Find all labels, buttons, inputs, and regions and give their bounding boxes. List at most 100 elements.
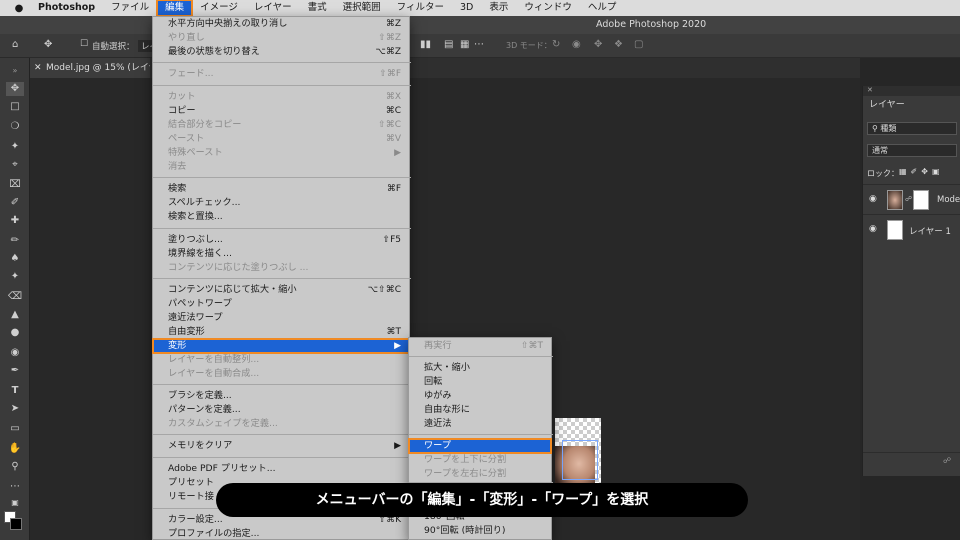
gradient-tool-icon[interactable]: ▲ bbox=[6, 308, 24, 322]
edit-menu-item-label: 最後の状態を切り替え bbox=[168, 46, 260, 57]
close-tab-icon[interactable]: ✕ bbox=[34, 58, 42, 78]
3d-slide-icon[interactable]: ❖ bbox=[614, 39, 623, 50]
edit-menu-item[interactable]: コンテンツに応じて拡大・縮小 ⌥⇧⌘C bbox=[153, 283, 409, 297]
edit-menu-item[interactable]: 自由変形 ⌘T bbox=[153, 325, 409, 339]
history-brush-tool-icon[interactable]: ✦ bbox=[6, 270, 24, 284]
3d-pan-icon[interactable]: ✥ bbox=[594, 39, 602, 50]
edit-menu-item[interactable]: 検索 ⌘F bbox=[153, 182, 409, 196]
layer-filter-select[interactable]: ⚲ 種類 bbox=[867, 122, 957, 135]
edit-menu-item[interactable]: コピー ⌘C bbox=[153, 104, 409, 118]
transform-menu-item[interactable]: 回転 bbox=[409, 375, 551, 389]
3d-mode-label: 3D モード： bbox=[506, 41, 552, 50]
pen-tool-icon[interactable]: ✒ bbox=[6, 364, 24, 378]
edit-menu-item[interactable]: ブラシを定義... bbox=[153, 389, 409, 403]
close-panel-icon[interactable]: ✕ bbox=[867, 86, 873, 94]
default-colors-icon[interactable]: ▣ bbox=[6, 496, 24, 510]
edit-menu-item[interactable]: スペルチェック... bbox=[153, 196, 409, 210]
move-tool-icon[interactable]: ✥ bbox=[6, 82, 24, 96]
edit-menu-item[interactable]: 水平方向中央揃えの取り消し ⌘Z bbox=[153, 17, 409, 31]
edit-menu-item[interactable]: 塗りつぶし... ⇧F5 bbox=[153, 233, 409, 247]
edit-menu-item[interactable]: 境界線を描く... bbox=[153, 247, 409, 261]
transform-menu-item-label: ゆがみ bbox=[424, 390, 452, 401]
transform-menu-item[interactable]: 自由な形に bbox=[409, 403, 551, 417]
transform-menu-item[interactable]: 遠近法 bbox=[409, 417, 551, 431]
hand-tool-icon[interactable]: ✋ bbox=[6, 442, 24, 456]
edit-menu-item-label: レイヤーを自動合成... bbox=[168, 368, 260, 379]
menu-separator bbox=[153, 62, 411, 63]
menu-app[interactable]: Photoshop bbox=[30, 0, 103, 16]
align-icon[interactable]: ▮▮ bbox=[420, 39, 431, 50]
layers-tab[interactable]: レイヤー bbox=[863, 96, 905, 114]
edit-menu-item[interactable]: Adobe PDF プリセット... bbox=[153, 462, 409, 476]
stamp-tool-icon[interactable]: ♠ bbox=[6, 252, 24, 266]
home-icon[interactable]: ⌂ bbox=[12, 39, 18, 50]
edit-menu-item-shortcut: ⇧⌘Z bbox=[378, 33, 401, 43]
lock-icons[interactable]: ▦✐✥▣ bbox=[899, 167, 944, 176]
type-tool-icon[interactable]: T bbox=[6, 384, 24, 398]
collapse-icon[interactable]: » bbox=[6, 64, 24, 78]
quick-select-tool-icon[interactable]: ✦ bbox=[6, 140, 24, 154]
transform-menu-item[interactable]: ゆがみ bbox=[409, 389, 551, 403]
blur-tool-icon[interactable]: ● bbox=[6, 326, 24, 340]
menu-filter[interactable]: フィルター bbox=[389, 0, 452, 16]
edit-menu-item[interactable]: パペットワープ bbox=[153, 297, 409, 311]
3d-orbit-icon[interactable]: ↻ bbox=[552, 39, 560, 50]
menu-edit[interactable]: 編集 bbox=[156, 0, 194, 17]
transform-menu-item[interactable]: 拡大・縮小 bbox=[409, 361, 551, 375]
more-align-icon[interactable]: ▦ bbox=[460, 39, 469, 50]
shape-tool-icon[interactable]: ▭ bbox=[6, 422, 24, 436]
layer-row[interactable]: ◉ レイヤー 1 bbox=[863, 214, 960, 244]
apple-icon[interactable]: ● bbox=[8, 3, 30, 14]
menu-file[interactable]: ファイル bbox=[103, 0, 157, 16]
healing-tool-icon[interactable]: ✚ bbox=[6, 214, 24, 228]
visibility-eye-icon[interactable]: ◉ bbox=[869, 224, 877, 234]
more-tools-icon[interactable]: ⋯ bbox=[6, 480, 24, 494]
menu-select[interactable]: 選択範囲 bbox=[335, 0, 389, 16]
menu-view[interactable]: 表示 bbox=[481, 0, 516, 16]
edit-menu-item-label: 検索と置換... bbox=[168, 211, 223, 222]
document-tab[interactable]: ✕ Model.jpg @ 15% (レイヤ bbox=[30, 58, 150, 78]
edit-menu-item[interactable]: 変形 ▶ bbox=[152, 338, 410, 354]
crop-tool-icon[interactable]: ⌖ bbox=[6, 158, 24, 172]
marquee-tool-icon[interactable]: □ bbox=[6, 100, 24, 114]
menu-layer[interactable]: レイヤー bbox=[246, 0, 300, 16]
dodge-tool-icon[interactable]: ◉ bbox=[6, 346, 24, 360]
lasso-tool-icon[interactable]: ❍ bbox=[6, 120, 24, 134]
path-select-tool-icon[interactable]: ➤ bbox=[6, 402, 24, 416]
transform-menu-item[interactable]: ワープ bbox=[408, 438, 552, 454]
blend-mode-select[interactable]: 通常 bbox=[867, 144, 957, 157]
more-options-icon[interactable]: ⋯ bbox=[474, 39, 484, 50]
brush-tool-icon[interactable]: ✏ bbox=[6, 234, 24, 248]
edit-menu-item[interactable]: 遠近法ワープ bbox=[153, 311, 409, 325]
edit-menu: 水平方向中央揃えの取り消し ⌘Z やり直し ⇧⌘Z 最後の状態を切り替え ⌥⌘Z フェード.… bbox=[152, 16, 411, 540]
edit-menu-item[interactable]: パターンを定義... bbox=[153, 403, 409, 417]
eraser-tool-icon[interactable]: ⌫ bbox=[6, 290, 24, 304]
3d-scale-icon[interactable]: ▢ bbox=[634, 39, 643, 50]
menu-window[interactable]: ウィンドウ bbox=[516, 0, 580, 16]
visibility-eye-icon[interactable]: ◉ bbox=[869, 194, 877, 204]
autoselect-checkbox[interactable]: ☐ bbox=[80, 39, 88, 49]
selection-bounding-box[interactable] bbox=[562, 440, 598, 480]
menu-help[interactable]: ヘルプ bbox=[580, 0, 625, 16]
menu-image[interactable]: イメージ bbox=[192, 0, 246, 16]
transform-menu-item[interactable]: 90°回転 (時計回り) bbox=[409, 524, 551, 538]
edit-menu-item[interactable]: 検索と置換... bbox=[153, 210, 409, 224]
eyedropper-tool-icon[interactable]: ✐ bbox=[6, 196, 24, 210]
move-tool-icon[interactable]: ✥ bbox=[44, 39, 52, 50]
edit-menu-item[interactable]: プロファイルの指定... bbox=[153, 527, 409, 540]
background-color-swatch[interactable] bbox=[10, 518, 22, 530]
layer-row[interactable]: ◉ ☍ Model bbox=[863, 184, 960, 214]
chain-link-icon[interactable]: ☍ bbox=[905, 195, 912, 203]
distribute-icon[interactable]: ▤ bbox=[444, 39, 453, 50]
frame-tool-icon[interactable]: ⌧ bbox=[6, 178, 24, 192]
panel-header: ✕ bbox=[863, 86, 960, 96]
transform-menu-item: ワープを上下に分割 bbox=[409, 453, 551, 467]
edit-menu-item[interactable]: メモリをクリア ▶ bbox=[153, 439, 409, 453]
3d-roll-icon[interactable]: ◉ bbox=[572, 39, 581, 50]
edit-menu-item[interactable]: 最後の状態を切り替え ⌥⌘Z bbox=[153, 45, 409, 59]
zoom-tool-icon[interactable]: ⚲ bbox=[6, 460, 24, 474]
layer-mask-thumbnail[interactable] bbox=[913, 190, 929, 210]
menu-type[interactable]: 書式 bbox=[300, 0, 335, 16]
link-layers-icon[interactable]: ☍ bbox=[943, 456, 951, 465]
menu-3d[interactable]: 3D bbox=[452, 0, 481, 16]
